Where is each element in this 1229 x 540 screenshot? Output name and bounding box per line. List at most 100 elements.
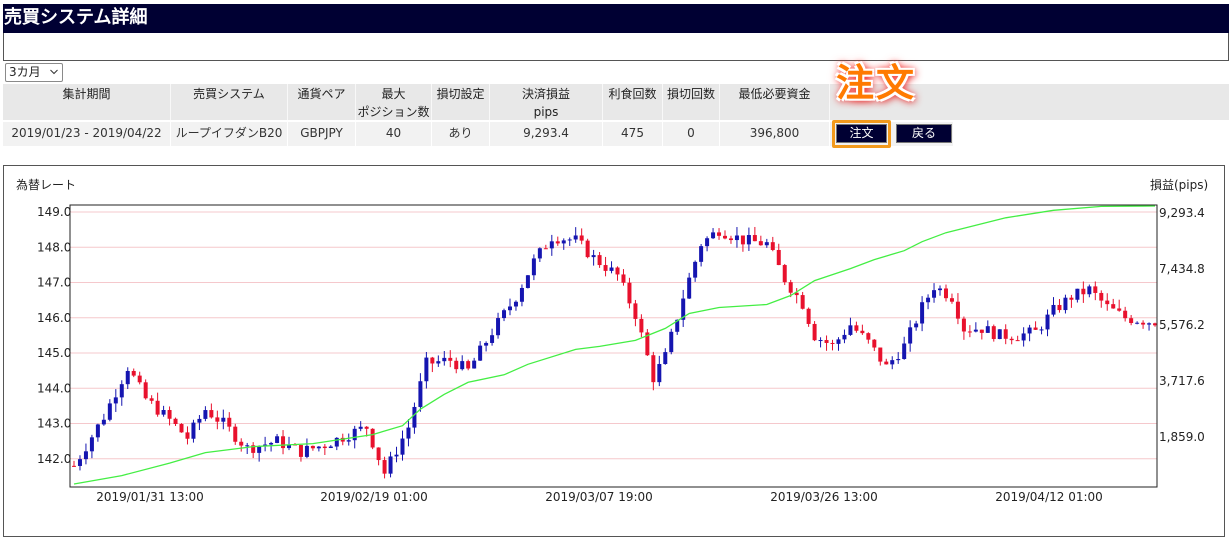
- chevron-down-icon: [50, 69, 58, 75]
- x-tick-label: 2019/04/12 01:00: [995, 490, 1103, 504]
- candle-body: [961, 318, 966, 332]
- candle-body: [269, 442, 274, 445]
- candle-body: [782, 265, 787, 283]
- candle-body: [812, 323, 817, 341]
- candle-body: [496, 318, 501, 336]
- candle-body: [1081, 288, 1086, 295]
- candle-body: [705, 238, 710, 247]
- candle-body: [973, 329, 978, 332]
- candle-body: [687, 277, 692, 299]
- candle-body: [310, 445, 315, 449]
- candle-body: [1045, 314, 1050, 330]
- candle-body: [1129, 318, 1134, 324]
- x-tick-label: 2019/02/19 01:00: [320, 490, 428, 504]
- period-select[interactable]: 3カ月: [5, 63, 63, 82]
- candle-body: [95, 424, 100, 438]
- candle-body: [764, 242, 769, 246]
- candle-body: [830, 342, 835, 344]
- value-cell: GBPJPY: [288, 122, 356, 146]
- candle-body: [239, 441, 244, 446]
- candle-body: [364, 426, 369, 429]
- candle-body: [842, 334, 847, 340]
- candle-body: [298, 445, 303, 457]
- candle-body: [418, 381, 423, 407]
- candle-body: [770, 242, 775, 250]
- order-button[interactable]: 注文: [836, 124, 887, 143]
- header-cell: 最大 ポジション数: [356, 84, 432, 120]
- candle-body: [621, 274, 626, 283]
- candle-body: [979, 329, 984, 333]
- candle-body: [866, 333, 871, 340]
- candle-body: [215, 417, 220, 422]
- x-tick-label: 2019/03/26 13:00: [770, 490, 878, 504]
- candle-body: [448, 357, 453, 361]
- candle-body: [639, 318, 644, 333]
- candle-body: [663, 352, 668, 365]
- candle-body: [896, 359, 901, 361]
- candle-body: [561, 240, 566, 244]
- y-tick-label-right: 1,859.0: [1159, 430, 1205, 444]
- candle-body: [513, 301, 518, 307]
- candle-body: [1147, 323, 1152, 325]
- y-tick-label-left: 147.0: [37, 276, 71, 290]
- y-tick-label-left: 145.0: [37, 346, 71, 360]
- candle-body: [400, 438, 405, 455]
- header-cell: 集計期間: [3, 84, 171, 120]
- y-tick-label-left: 148.0: [37, 240, 71, 254]
- candle-body: [519, 287, 524, 302]
- rate-pnl-chart: 149.0 148.0 147.0 146.0 145.0 144.0 143.0 142.0…: [16, 177, 1208, 504]
- blank-header-row: [3, 33, 1229, 61]
- candle-body: [699, 246, 704, 262]
- candle-body: [734, 235, 739, 241]
- candle-body: [209, 410, 214, 418]
- candle-body: [752, 235, 757, 242]
- candle-body: [943, 288, 948, 299]
- y-tick-label-right: 7,434.8: [1159, 262, 1205, 276]
- candle-body: [1069, 297, 1074, 300]
- candle-body: [167, 409, 172, 419]
- candle-body: [1051, 304, 1056, 315]
- candle-body: [985, 326, 990, 333]
- back-button[interactable]: 戻る: [896, 124, 952, 143]
- x-tick-label: 2019/03/07 19:00: [545, 490, 653, 504]
- chart-panel: 149.0 148.0 147.0 146.0 145.0 144.0 143.0 142.0…: [3, 165, 1225, 537]
- candle-body: [1105, 300, 1110, 305]
- candle-body: [728, 238, 733, 241]
- candle-body: [818, 340, 823, 342]
- candle-body: [824, 340, 829, 343]
- candle-body: [531, 258, 536, 276]
- header-cell: 決済損益 pips: [490, 84, 603, 120]
- candle-body: [860, 330, 865, 334]
- candle-body: [119, 384, 124, 398]
- candle-body: [967, 331, 972, 333]
- candle-body: [836, 339, 841, 344]
- candle-body: [949, 298, 954, 302]
- header-cell: 最低必要資金: [720, 84, 830, 120]
- candle-body: [1057, 304, 1062, 311]
- candle-body: [854, 325, 859, 331]
- candle-body: [633, 303, 638, 319]
- candle-body: [203, 410, 208, 419]
- candle-body: [758, 241, 763, 246]
- candle-body: [746, 235, 751, 245]
- candle-body: [370, 428, 375, 448]
- candle-body: [651, 355, 656, 383]
- candle-body: [926, 297, 931, 303]
- candle-body: [113, 397, 118, 404]
- candle-body: [89, 437, 94, 452]
- candle-body: [143, 382, 148, 399]
- candle-body: [131, 370, 136, 376]
- value-cell: 9,293.4: [490, 122, 603, 146]
- candle-body: [275, 436, 280, 443]
- candle-body: [155, 400, 160, 415]
- value-cell: ループイフダンB20: [171, 122, 288, 146]
- candle-body: [1027, 327, 1032, 334]
- y-tick-label-right: 3,717.6: [1159, 374, 1205, 388]
- candle-body: [484, 342, 489, 346]
- candle-body: [1039, 329, 1044, 331]
- y-tick-label-right: 9,293.4: [1159, 206, 1205, 220]
- candle-body: [1075, 288, 1080, 300]
- candle-body: [711, 232, 716, 239]
- candle-body: [376, 447, 381, 461]
- candle-body: [1153, 323, 1158, 326]
